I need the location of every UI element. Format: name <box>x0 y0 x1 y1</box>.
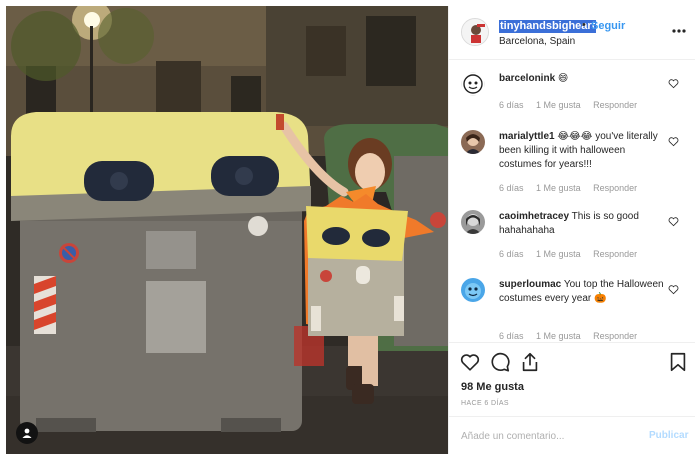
ellipsis-icon[interactable] <box>671 24 687 38</box>
comment-username[interactable]: barcelonink <box>499 73 555 84</box>
follow-button[interactable]: Seguir <box>591 20 625 33</box>
halloween-recycling-bin-photo <box>6 6 448 454</box>
commenter-avatar[interactable] <box>461 72 485 96</box>
post-side-panel: tinyhandsbigheart • Seguir Barcelona, Sp… <box>448 6 695 454</box>
avatar-image <box>461 210 485 234</box>
comment-like-icon[interactable] <box>668 78 679 89</box>
user-tag-icon[interactable] <box>16 422 38 444</box>
post-location[interactable]: Barcelona, Spain <box>499 36 575 47</box>
comment-time[interactable]: 6 días <box>499 249 524 259</box>
person-icon <box>22 428 32 438</box>
comment-text: 😄 <box>557 73 569 84</box>
comment-input[interactable] <box>461 428 631 444</box>
comments-list: barcelonink 😄 6 días 1 Me gusta Responde… <box>449 60 695 342</box>
comment-likes[interactable]: 1 Me gusta <box>536 331 581 341</box>
comment-body: superloumac You top the Halloween costum… <box>499 278 667 306</box>
instagram-post: tinyhandsbigheart • Seguir Barcelona, Sp… <box>0 0 700 460</box>
avatar-image <box>461 278 485 302</box>
comment-like-icon[interactable] <box>668 136 679 147</box>
comment-meta: 6 días 1 Me gusta Responder <box>499 100 647 110</box>
comment-meta: 6 días 1 Me gusta Responder <box>499 331 647 341</box>
reply-button[interactable]: Responder <box>593 183 637 193</box>
comment-username[interactable]: caoimhetracey <box>499 211 569 222</box>
separator-dot: • <box>582 19 586 31</box>
reply-button[interactable]: Responder <box>593 331 637 341</box>
commenter-avatar[interactable] <box>461 278 485 302</box>
commenter-avatar[interactable] <box>461 210 485 234</box>
likes-count[interactable]: 98 Me gusta <box>461 381 524 393</box>
comment-time[interactable]: 6 días <box>499 100 524 110</box>
commenter-avatar[interactable] <box>461 130 485 154</box>
bookmark-icon[interactable] <box>667 351 689 373</box>
comment-composer: Publicar <box>449 416 695 454</box>
comment-body: caoimhetracey This is so good hahahahaha <box>499 210 667 238</box>
comment-body: marialyttle1 😂😂😂 you've literally been k… <box>499 130 667 172</box>
avatar-image <box>462 19 488 45</box>
avatar-image <box>461 72 485 96</box>
publish-button[interactable]: Publicar <box>649 430 688 441</box>
comment-username[interactable]: marialyttle1 <box>499 131 555 142</box>
post-photo[interactable] <box>6 6 448 454</box>
reply-button[interactable]: Responder <box>593 249 637 259</box>
post-timestamp: HACE 6 DÍAS <box>461 400 509 407</box>
comment-meta: 6 días 1 Me gusta Responder <box>499 183 647 193</box>
comment-likes[interactable]: 1 Me gusta <box>536 249 581 259</box>
comment-likes[interactable]: 1 Me gusta <box>536 183 581 193</box>
comment-body: barcelonink 😄 <box>499 72 667 86</box>
author-avatar[interactable] <box>461 18 489 46</box>
reply-button[interactable]: Responder <box>593 100 637 110</box>
avatar-image <box>461 130 485 154</box>
comment-icon[interactable] <box>489 351 511 373</box>
comment-time[interactable]: 6 días <box>499 183 524 193</box>
comment-likes[interactable]: 1 Me gusta <box>536 100 581 110</box>
heart-icon[interactable] <box>459 351 481 373</box>
comment-like-icon[interactable] <box>668 284 679 295</box>
comment-meta: 6 días 1 Me gusta Responder <box>499 249 647 259</box>
comment-username[interactable]: superloumac <box>499 279 561 290</box>
post-header: tinyhandsbigheart • Seguir Barcelona, Sp… <box>449 6 695 60</box>
share-icon[interactable] <box>519 351 541 373</box>
comment-time[interactable]: 6 días <box>499 331 524 341</box>
comment-like-icon[interactable] <box>668 216 679 227</box>
